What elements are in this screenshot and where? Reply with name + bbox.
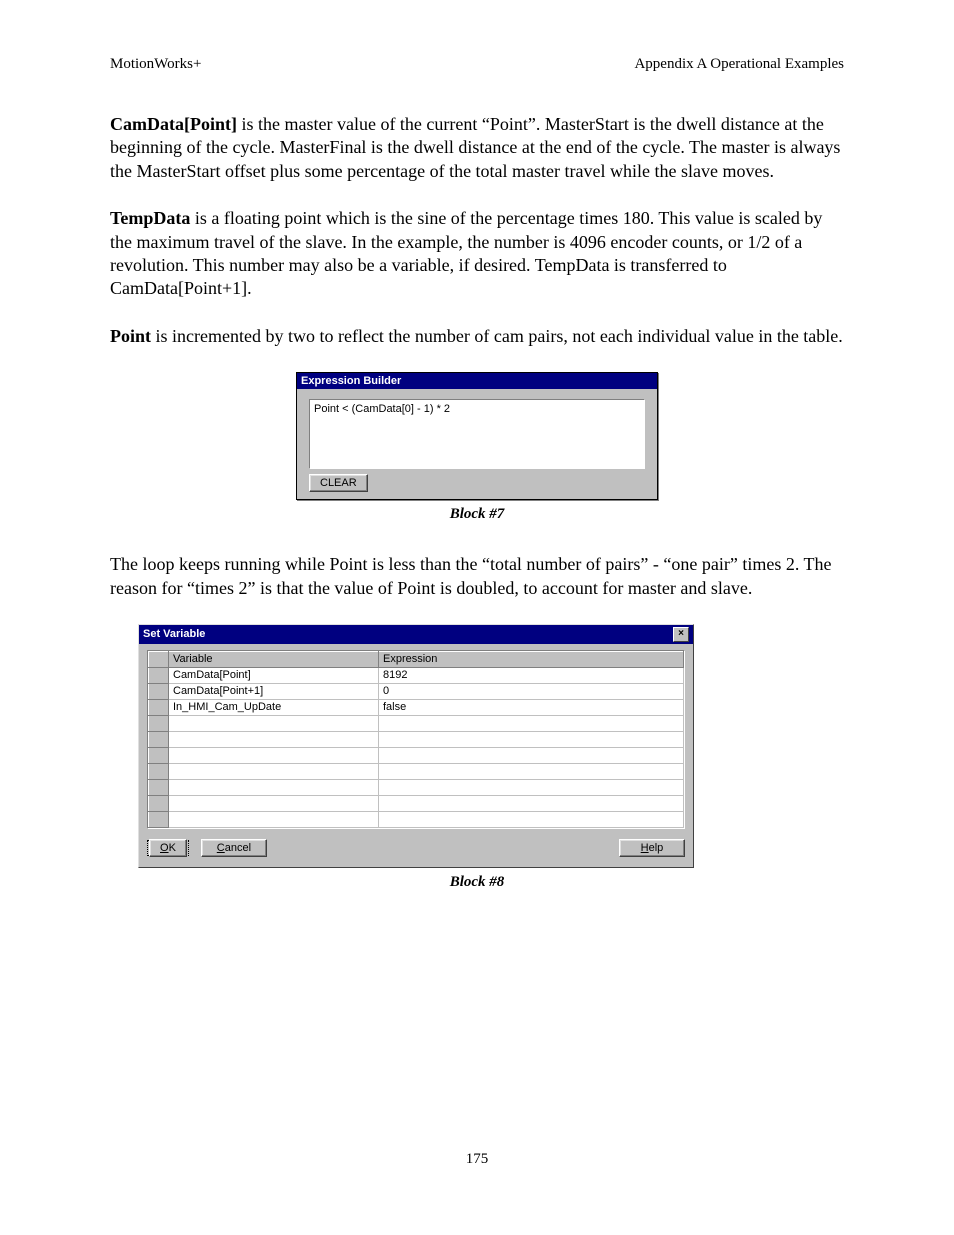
term-tempdata: TempData	[110, 208, 190, 228]
table-row	[149, 779, 684, 795]
paragraph-camdata: CamData[Point] is the master value of th…	[110, 113, 844, 183]
cell-variable[interactable]: CamData[Point+1]	[169, 683, 379, 699]
cell-variable[interactable]: In_HMI_Cam_UpDate	[169, 699, 379, 715]
row-handle[interactable]	[149, 731, 169, 747]
grid-corner	[149, 651, 169, 667]
set-variable-grid: Variable Expression CamData[Point] 8192 …	[147, 650, 685, 829]
cell-expression[interactable]	[379, 763, 684, 779]
cell-expression[interactable]: false	[379, 699, 684, 715]
row-handle[interactable]	[149, 699, 169, 715]
paragraph-tempdata: TempData is a floating point which is th…	[110, 207, 844, 301]
row-handle[interactable]	[149, 763, 169, 779]
table-row	[149, 747, 684, 763]
paragraph-point: Point is incremented by two to reflect t…	[110, 325, 844, 348]
caption-block-7: Block #7	[110, 506, 844, 523]
table-row: CamData[Point] 8192	[149, 667, 684, 683]
set-variable-dialog: Set Variable × Variable Expression Cam	[138, 624, 694, 868]
cell-expression[interactable]	[379, 795, 684, 811]
page-number: 175	[110, 1151, 844, 1168]
cell-expression[interactable]: 8192	[379, 667, 684, 683]
cell-variable[interactable]	[169, 763, 379, 779]
cell-variable[interactable]	[169, 795, 379, 811]
table-row	[149, 763, 684, 779]
ok-button-focus: OK	[147, 840, 189, 856]
cell-variable[interactable]	[169, 747, 379, 763]
clear-button[interactable]: CLEAR	[309, 474, 368, 492]
expression-input[interactable]: Point < (CamData[0] - 1) * 2	[309, 399, 645, 469]
set-variable-title: Set Variable	[143, 628, 205, 640]
table-row: CamData[Point+1] 0	[149, 683, 684, 699]
cell-expression[interactable]: 0	[379, 683, 684, 699]
grid-header-row: Variable Expression	[149, 651, 684, 667]
table-row	[149, 811, 684, 827]
term-point: Point	[110, 326, 151, 346]
expression-builder-dialog: Expression Builder Point < (CamData[0] -…	[296, 372, 658, 500]
paragraph-loop: The loop keeps running while Point is le…	[110, 553, 844, 600]
expression-builder-titlebar: Expression Builder	[297, 373, 657, 389]
row-handle[interactable]	[149, 779, 169, 795]
row-handle[interactable]	[149, 715, 169, 731]
cell-expression[interactable]	[379, 747, 684, 763]
caption-block-8: Block #8	[110, 874, 844, 891]
ok-label-rest: K	[169, 842, 176, 854]
header-right: Appendix A Operational Examples	[634, 56, 844, 73]
close-icon[interactable]: ×	[673, 627, 689, 642]
page-header: MotionWorks+ Appendix A Operational Exam…	[110, 56, 844, 73]
row-handle[interactable]	[149, 795, 169, 811]
ok-button[interactable]: OK	[149, 839, 187, 857]
table-row	[149, 795, 684, 811]
cell-variable[interactable]	[169, 731, 379, 747]
row-handle[interactable]	[149, 747, 169, 763]
help-button[interactable]: Help	[619, 839, 685, 857]
expression-builder-title: Expression Builder	[301, 375, 401, 387]
para2-text: is a floating point which is the sine of…	[110, 208, 822, 298]
cell-expression[interactable]	[379, 731, 684, 747]
cell-variable[interactable]	[169, 715, 379, 731]
cell-variable[interactable]: CamData[Point]	[169, 667, 379, 683]
cell-expression[interactable]	[379, 779, 684, 795]
col-expression[interactable]: Expression	[379, 651, 684, 667]
cell-variable[interactable]	[169, 811, 379, 827]
term-camdata: CamData[Point]	[110, 114, 237, 134]
para3-text: is incremented by two to reflect the num…	[151, 326, 843, 346]
cell-expression[interactable]	[379, 715, 684, 731]
table-row: In_HMI_Cam_UpDate false	[149, 699, 684, 715]
row-handle[interactable]	[149, 667, 169, 683]
table-row	[149, 715, 684, 731]
table-row	[149, 731, 684, 747]
col-variable[interactable]: Variable	[169, 651, 379, 667]
cancel-button[interactable]: Cancel	[201, 839, 267, 857]
header-left: MotionWorks+	[110, 56, 201, 73]
cell-variable[interactable]	[169, 779, 379, 795]
set-variable-titlebar: Set Variable ×	[139, 625, 693, 644]
row-handle[interactable]	[149, 811, 169, 827]
row-handle[interactable]	[149, 683, 169, 699]
cell-expression[interactable]	[379, 811, 684, 827]
